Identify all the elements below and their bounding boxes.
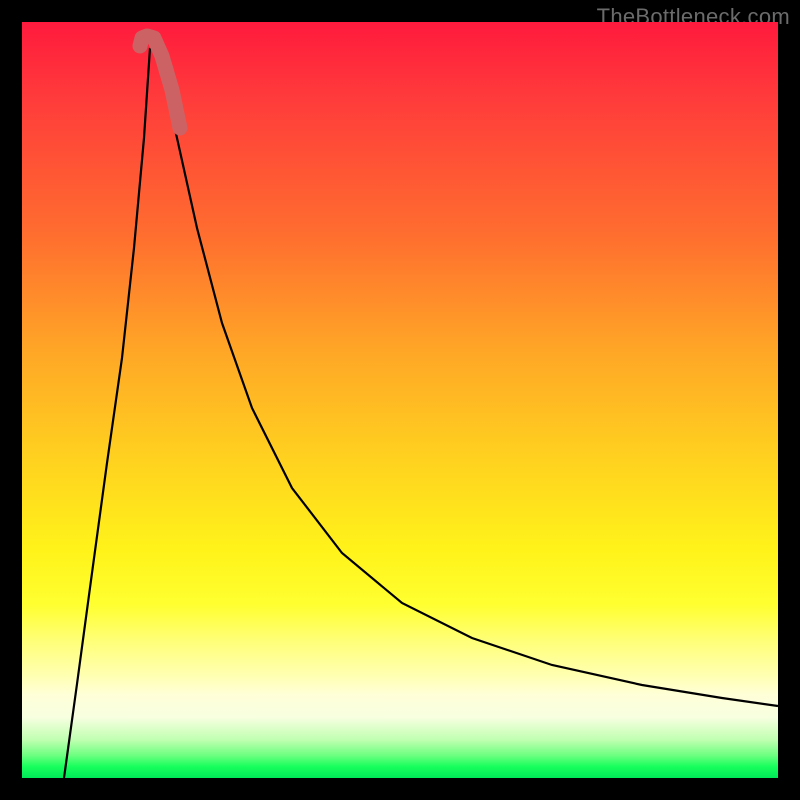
- curve-right-branch: [154, 40, 778, 706]
- chart-frame: TheBottleneck.com: [0, 0, 800, 800]
- curve-layer: [22, 22, 778, 778]
- curve-left-branch: [64, 48, 150, 778]
- plot-area: [22, 22, 778, 778]
